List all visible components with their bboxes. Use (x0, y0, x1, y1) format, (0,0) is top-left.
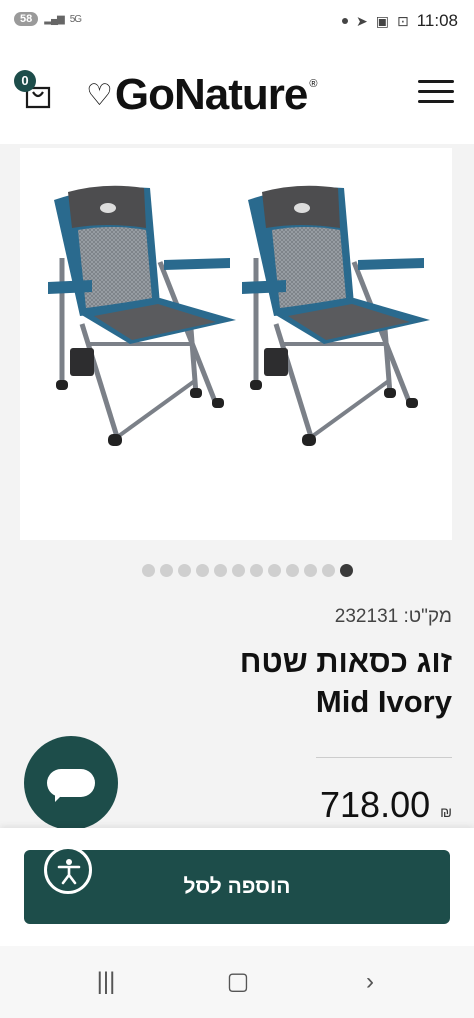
product-gallery[interactable] (0, 144, 474, 544)
hamburger-menu-icon[interactable] (418, 80, 454, 108)
chat-button[interactable] (24, 736, 118, 830)
clock: 11:08 (416, 11, 458, 30)
product-sku: מק"ט: 232131 (335, 606, 452, 628)
brand-name: GoNature (114, 70, 308, 119)
camping-chairs-image (48, 148, 452, 540)
product-title-line2: Mid Ivory (315, 684, 452, 719)
cart-count-badge: 0 (14, 70, 36, 92)
back-icon[interactable]: › (350, 966, 390, 998)
price-value: 718.00 (320, 784, 431, 825)
notification-count: 58 (14, 12, 39, 26)
cart-button[interactable]: 0 (14, 70, 58, 114)
registered-mark: ® (309, 78, 318, 90)
app-notification-icon: ▣ (375, 12, 389, 29)
site-logo[interactable]: ♡ GoNature ® (86, 68, 318, 122)
recent-apps-icon[interactable]: ||| (86, 966, 126, 998)
pagination-dot[interactable] (213, 564, 227, 577)
chat-bubble-icon (47, 769, 95, 797)
network-type: 5G (69, 13, 82, 25)
status-bar: 58 ▂▄▆ 5G ➤ ▣ ⊡ 11:08 (0, 0, 474, 46)
accessibility-button[interactable] (44, 846, 92, 894)
telegram-icon: ➤ (356, 12, 368, 29)
pagination-dot[interactable] (141, 564, 155, 577)
screenshot-icon: ⊡ (396, 12, 409, 29)
site-header: 0 ♡ GoNature ® (0, 46, 474, 144)
divider (316, 757, 452, 758)
currency-symbol: ₪ (440, 804, 452, 820)
pagination-dot[interactable] (249, 564, 263, 577)
pagination-dot[interactable] (303, 564, 317, 577)
system-navigation-bar: ||| ▢ › (0, 946, 474, 1018)
pagination-dot[interactable] (195, 564, 209, 577)
notification-dot-icon (342, 18, 349, 24)
product-price: 718.00 ₪ (320, 784, 452, 826)
pagination-dot[interactable] (267, 564, 281, 577)
heart-logo-icon: ♡ (86, 78, 113, 112)
accessibility-icon (57, 859, 81, 885)
pagination-dot[interactable] (177, 564, 191, 577)
product-title-line1: זוג כסאות שטח (239, 644, 452, 679)
signal-icon: ▂▄▆ (44, 13, 64, 25)
pagination-dot[interactable] (159, 564, 173, 577)
product-title: זוג כסאות שטח Mid Ivory (32, 642, 452, 722)
pagination-dot[interactable] (321, 564, 335, 577)
product-image[interactable] (20, 148, 452, 540)
gallery-pagination[interactable] (0, 564, 474, 578)
pagination-dot-active[interactable] (339, 564, 353, 577)
home-icon[interactable]: ▢ (218, 966, 258, 998)
pagination-dot[interactable] (231, 564, 245, 577)
sku-label: מק"ט: (403, 606, 452, 627)
sku-value: 232131 (334, 606, 399, 627)
pagination-dot[interactable] (285, 564, 299, 577)
